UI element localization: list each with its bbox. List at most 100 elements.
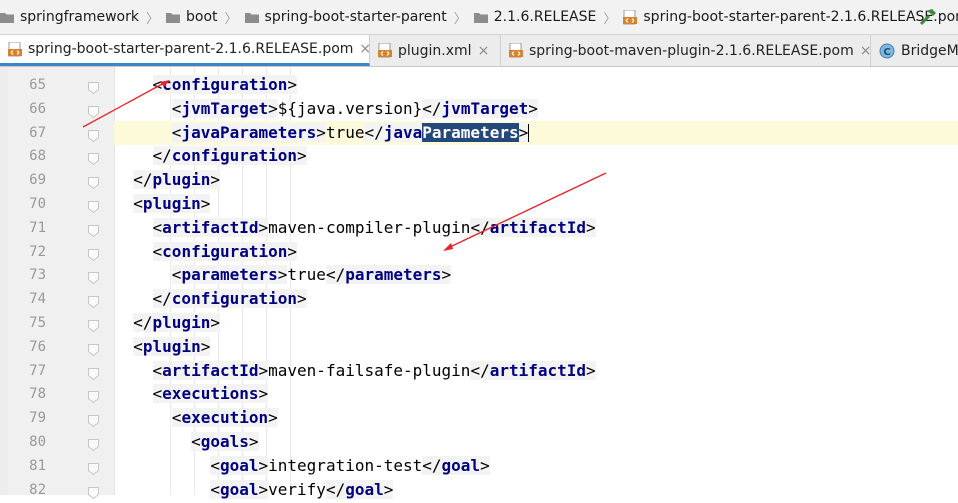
line-number: 66 [29, 100, 46, 117]
fold-marker-icon[interactable] [88, 293, 99, 312]
tab-label: BridgeM [901, 42, 958, 59]
line-number: 65 [29, 77, 46, 93]
line-number: 67 [29, 124, 46, 141]
breadcrumb-item-version[interactable]: 2.1.6.RELEASE [473, 9, 596, 25]
xml-tag-name: artifactId [162, 217, 259, 237]
xml-bracket: > [518, 122, 529, 142]
close-icon[interactable]: × [860, 43, 872, 59]
code-line[interactable]: 81 <goal>integration-test</goal> [0, 454, 958, 478]
fold-marker-icon[interactable] [88, 198, 99, 217]
breadcrumb-label: spring-boot-starter-parent [264, 9, 447, 25]
code-line[interactable]: 67 <javaParameters>true</javaParameters> [0, 120, 958, 146]
line-number: 76 [29, 338, 46, 355]
tab-plugin-xml[interactable]: plugin.xml × [370, 35, 501, 66]
code-line[interactable]: 69 </plugin> [0, 168, 958, 192]
fold-marker-icon[interactable] [88, 436, 99, 455]
fold-marker-icon[interactable] [88, 365, 99, 384]
fold-marker-icon[interactable] [88, 246, 99, 265]
xml-bracket: > [268, 98, 278, 118]
xml-tag-name: goal [441, 455, 481, 475]
xml-bracket: </ [364, 122, 384, 142]
code-text: <artifactId>maven-failsafe-plugin</artif… [114, 359, 596, 383]
code-line[interactable]: 80 <goals> [0, 430, 958, 454]
code-line[interactable]: 75 </plugin> [0, 311, 958, 335]
xml-bracket: > [287, 75, 298, 94]
tab-maven-plugin-pom[interactable]: spring-boot-maven-plugin-2.1.6.RELEASE.p… [501, 35, 871, 66]
xml-bracket: < [171, 98, 182, 118]
code-line[interactable]: 78 <executions> [0, 382, 958, 406]
xml-tag-name: goal [345, 479, 384, 499]
fold-marker-icon[interactable] [88, 484, 99, 503]
fold-marker-icon[interactable] [88, 103, 99, 122]
fold-marker-icon[interactable] [88, 317, 99, 336]
xml-bracket: < [191, 432, 201, 451]
close-icon[interactable]: × [478, 43, 490, 59]
fold-marker-icon[interactable] [88, 222, 99, 241]
xml-bracket: < [171, 408, 182, 428]
code-line[interactable]: 66 <jvmTarget>${java.version}</jvmTarget… [0, 97, 958, 121]
fold-marker-icon[interactable] [88, 460, 99, 479]
fold-marker-icon[interactable] [88, 79, 99, 98]
tab-bridge-class[interactable]: C BridgeM [871, 35, 958, 66]
fold-marker-icon[interactable] [88, 269, 99, 288]
fold-marker-icon[interactable] [88, 150, 99, 169]
editor-tab-bar: spring-boot-starter-parent-2.1.6.RELEASE… [0, 35, 958, 67]
code-text: <artifactId>maven-compiler-plugin</artif… [114, 216, 596, 240]
fold-marker-icon[interactable] [88, 341, 99, 360]
code-text: </plugin> [114, 168, 220, 192]
fold-marker-icon[interactable] [88, 127, 99, 146]
code-line[interactable]: 68 </configuration> [0, 144, 958, 168]
line-number: 71 [29, 219, 46, 236]
class-icon: C [879, 43, 895, 59]
xml-bracket: </ [422, 455, 442, 475]
code-line[interactable]: 73 <parameters>true</parameters> [0, 263, 958, 287]
code-line[interactable]: 72 <configuration> [0, 240, 958, 264]
xml-bracket: > [586, 360, 596, 380]
xml-bracket: < [152, 75, 163, 94]
xml-bracket: > [258, 455, 269, 475]
line-number: 75 [29, 315, 46, 331]
breadcrumb-item-starter-parent[interactable]: spring-boot-starter-parent [244, 9, 447, 25]
code-line[interactable]: 70 <plugin> [0, 192, 958, 216]
fold-marker-icon[interactable] [88, 174, 99, 193]
xml-tag-name: artifactId [489, 360, 587, 380]
line-number: 80 [29, 434, 46, 450]
svg-text:C: C [883, 47, 890, 58]
xml-bracket: > [480, 455, 490, 475]
selected-text: Parameters [422, 122, 519, 142]
breadcrumb-item-pom-file[interactable]: spring-boot-starter-parent-2.1.6.RELEASE… [623, 9, 958, 25]
xml-bracket: > [200, 336, 211, 356]
code-line[interactable]: 74 </configuration> [0, 287, 958, 311]
xml-tag-name: jvmTarget [181, 98, 269, 118]
code-line[interactable]: 76 <plugin> [0, 335, 958, 359]
xml-bracket: < [152, 217, 163, 237]
xml-text: true [287, 265, 326, 285]
hammer-icon[interactable] [918, 8, 938, 30]
code-editor[interactable]: 65 <configuration> 66 <jvmTarget>${java.v… [0, 67, 958, 499]
xml-bracket: </ [325, 265, 346, 285]
code-line[interactable]: 71 <artifactId>maven-compiler-plugin</ar… [0, 216, 958, 240]
breadcrumb-item-springframework[interactable]: springframework [0, 9, 139, 25]
xml-bracket: </ [152, 146, 172, 166]
code-line[interactable]: 82 <goal>verify</goal> [0, 478, 958, 502]
line-number: 69 [29, 172, 46, 189]
code-text: <goal>integration-test</goal> [114, 454, 490, 478]
code-text: <parameters>true</parameters> [114, 263, 452, 287]
xml-text: maven-compiler-plugin [268, 217, 471, 237]
code-line[interactable]: 79 <execution> [0, 406, 958, 430]
breadcrumb: springframework 〉 boot 〉 spring-boot-sta… [0, 0, 958, 35]
fold-marker-icon[interactable] [88, 388, 99, 407]
breadcrumb-item-boot[interactable]: boot [166, 9, 218, 25]
code-text: </configuration> [114, 144, 307, 168]
tab-label: spring-boot-starter-parent-2.1.6.RELEASE… [28, 41, 354, 57]
folder-icon [166, 11, 180, 23]
code-line[interactable]: 65 <configuration> [0, 73, 958, 97]
tab-starter-parent-pom[interactable]: spring-boot-starter-parent-2.1.6.RELEASE… [0, 35, 371, 66]
fold-marker-icon[interactable] [88, 412, 99, 431]
code-line[interactable]: 77 <artifactId>maven-failsafe-plugin</ar… [0, 359, 958, 383]
line-number: 73 [29, 267, 46, 284]
